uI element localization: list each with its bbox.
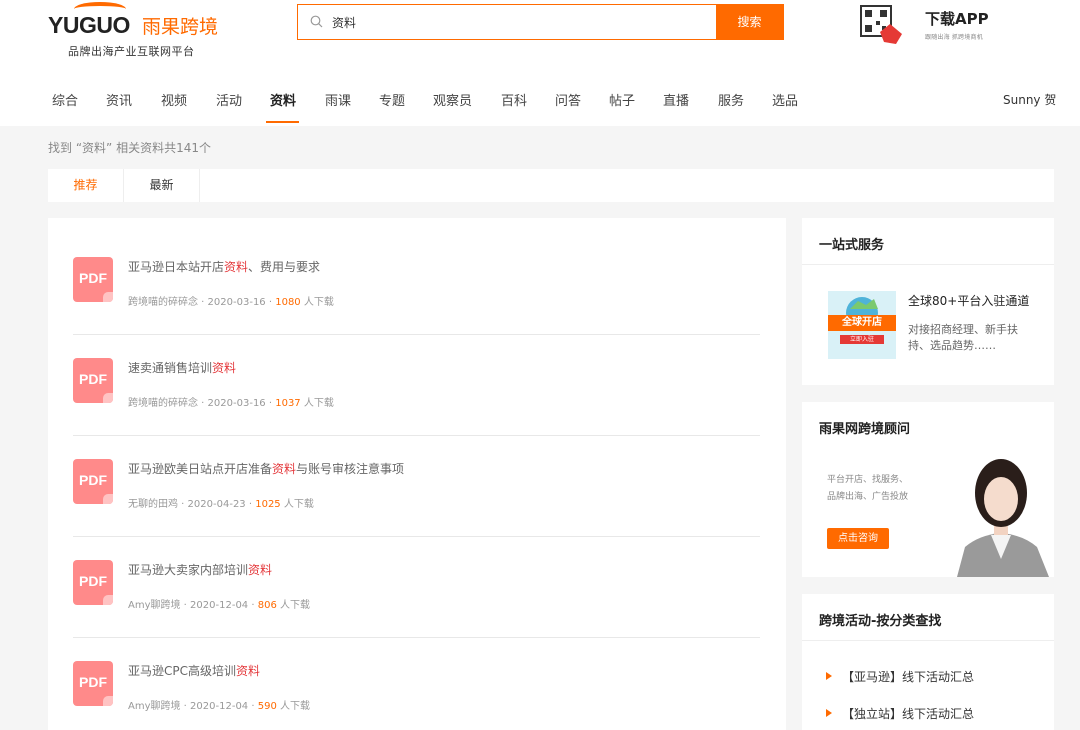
- one-stop-service-card: 一站式服务 全球开店 立即入驻 全球80+平台入驻通道 对接招商经理、新手扶持、…: [802, 218, 1054, 385]
- nav-item-qa[interactable]: 问答: [555, 90, 581, 109]
- advisor-desc: 平台开店、找服务、 品牌出海、广告投放: [827, 475, 909, 502]
- document-title[interactable]: 亚马逊大卖家内部培训资料: [128, 561, 272, 578]
- nav-item-selection[interactable]: 选品: [772, 90, 798, 109]
- list-item[interactable]: PDF 亚马逊CPC高级培训资料 Amy聊跨境 · 2020-12-04 · 5…: [73, 638, 760, 730]
- nav-item-live[interactable]: 直播: [663, 90, 689, 109]
- divider: [802, 264, 1054, 265]
- nav-item-posts[interactable]: 帖子: [609, 90, 635, 109]
- one-stop-service-title: 一站式服务: [819, 238, 885, 253]
- qr-code-icon[interactable]: [860, 4, 912, 46]
- search-button[interactable]: 搜索: [716, 5, 783, 39]
- sort-tabs: 推荐 最新: [48, 169, 1054, 202]
- events-title: 跨境活动-按分类查找: [819, 614, 942, 629]
- results-count: 找到 “资料” 相关资料共141个: [48, 141, 211, 155]
- divider: [802, 640, 1054, 641]
- pdf-icon: PDF: [73, 661, 113, 706]
- tab-recommended[interactable]: 推荐: [48, 169, 124, 202]
- pdf-icon: PDF: [73, 358, 113, 403]
- advisor-photo: [957, 459, 1049, 577]
- pdf-icon: PDF: [73, 459, 113, 504]
- search-icon: [310, 15, 323, 28]
- search-box: 搜索: [297, 4, 784, 40]
- nav-item-topics[interactable]: 专题: [379, 90, 405, 109]
- logo-name-cn: 雨果跨境: [142, 16, 219, 38]
- main-nav: 综合 资讯 视频 活动 资料 雨课 专题 观察员 百科 问答 帖子 直播 服务 …: [0, 86, 1080, 124]
- header: YUGUO 雨果跨境 品牌出海产业互联网平台 搜索 下载APP 跟随出海 抓跨境…: [0, 0, 1080, 126]
- document-meta: 跨境喵的碎碎念 · 2020-03-16 · 1080 人下载: [128, 297, 334, 308]
- list-item[interactable]: PDF 亚马逊欧美日站点开店准备资料与账号审核注意事项 无聊的田鸡 · 2020…: [73, 436, 760, 537]
- list-item[interactable]: PDF 亚马逊日本站开店资料、费用与要求 跨境喵的碎碎念 · 2020-03-1…: [73, 234, 760, 335]
- pdf-icon: PDF: [73, 560, 113, 605]
- nav-item-courses[interactable]: 雨课: [325, 90, 351, 109]
- document-meta: 跨境喵的碎碎念 · 2020-03-16 · 1037 人下载: [128, 398, 334, 409]
- consult-button[interactable]: 点击咨询: [827, 528, 889, 549]
- download-app[interactable]: 下载APP 跟随出海 抓跨境商机: [925, 8, 989, 41]
- nav-active-indicator: [266, 121, 299, 123]
- nav-item-comprehensive[interactable]: 综合: [52, 90, 78, 109]
- advisor-title: 雨果网跨境顾问: [819, 422, 911, 437]
- triangle-right-icon: [826, 672, 832, 680]
- event-category-independent-site[interactable]: 【独立站】线下活动汇总: [826, 705, 974, 722]
- events-card: 跨境活动-按分类查找 【亚马逊】线下活动汇总 【独立站】线下活动汇总: [802, 594, 1054, 730]
- document-title[interactable]: 亚马逊CPC高级培训资料: [128, 662, 260, 679]
- search-input[interactable]: [332, 13, 702, 31]
- event-category-amazon[interactable]: 【亚马逊】线下活动汇总: [826, 668, 974, 685]
- download-app-title: 下载APP: [925, 10, 989, 28]
- global-store-label: 全球开店: [828, 315, 896, 331]
- nav-item-wiki[interactable]: 百科: [501, 90, 527, 109]
- triangle-right-icon: [826, 709, 832, 717]
- document-title[interactable]: 亚马逊日本站开店资料、费用与要求: [128, 258, 320, 275]
- document-meta: Amy聊跨境 · 2020-12-04 · 806 人下载: [128, 600, 310, 611]
- document-title[interactable]: 速卖通销售培训资料: [128, 359, 236, 376]
- download-app-subtitle: 跟随出海 抓跨境商机: [925, 34, 983, 41]
- list-item[interactable]: PDF 速卖通销售培训资料 跨境喵的碎碎念 · 2020-03-16 · 103…: [73, 335, 760, 436]
- user-name[interactable]: Sunny 贺: [1003, 91, 1056, 108]
- nav-item-news[interactable]: 资讯: [106, 90, 132, 109]
- global-store-sublabel: 立即入驻: [840, 335, 884, 344]
- tab-latest[interactable]: 最新: [124, 169, 200, 202]
- advisor-card: 雨果网跨境顾问 平台开店、找服务、 品牌出海、广告投放 点击咨询: [802, 402, 1054, 577]
- service-item-title[interactable]: 全球80+平台入驻通道: [908, 292, 1029, 309]
- nav-item-events[interactable]: 活动: [216, 90, 242, 109]
- list-item[interactable]: PDF 亚马逊大卖家内部培训资料 Amy聊跨境 · 2020-12-04 · 8…: [73, 537, 760, 638]
- document-meta: 无聊的田鸡 · 2020-04-23 · 1025 人下载: [128, 499, 314, 510]
- logo-name-en: YUGUO: [48, 12, 130, 38]
- document-list: PDF 亚马逊日本站开店资料、费用与要求 跨境喵的碎碎念 · 2020-03-1…: [48, 218, 786, 730]
- logo-slogan: 品牌出海产业互联网平台: [68, 45, 195, 58]
- nav-item-observers[interactable]: 观察员: [433, 90, 472, 109]
- nav-item-video[interactable]: 视频: [161, 90, 187, 109]
- yuguo-logo[interactable]: YUGUO 雨果跨境 品牌出海产业互联网平台: [48, 2, 268, 62]
- nav-item-services[interactable]: 服务: [718, 90, 744, 109]
- pdf-icon: PDF: [73, 257, 113, 302]
- service-item-desc: 对接招商经理、新手扶持、选品趋势……: [908, 323, 1018, 352]
- document-title[interactable]: 亚马逊欧美日站点开店准备资料与账号审核注意事项: [128, 460, 404, 477]
- nav-item-documents[interactable]: 资料: [270, 90, 296, 109]
- global-store-image[interactable]: 全球开店 立即入驻: [828, 291, 896, 359]
- document-meta: Amy聊跨境 · 2020-12-04 · 590 人下载: [128, 701, 310, 712]
